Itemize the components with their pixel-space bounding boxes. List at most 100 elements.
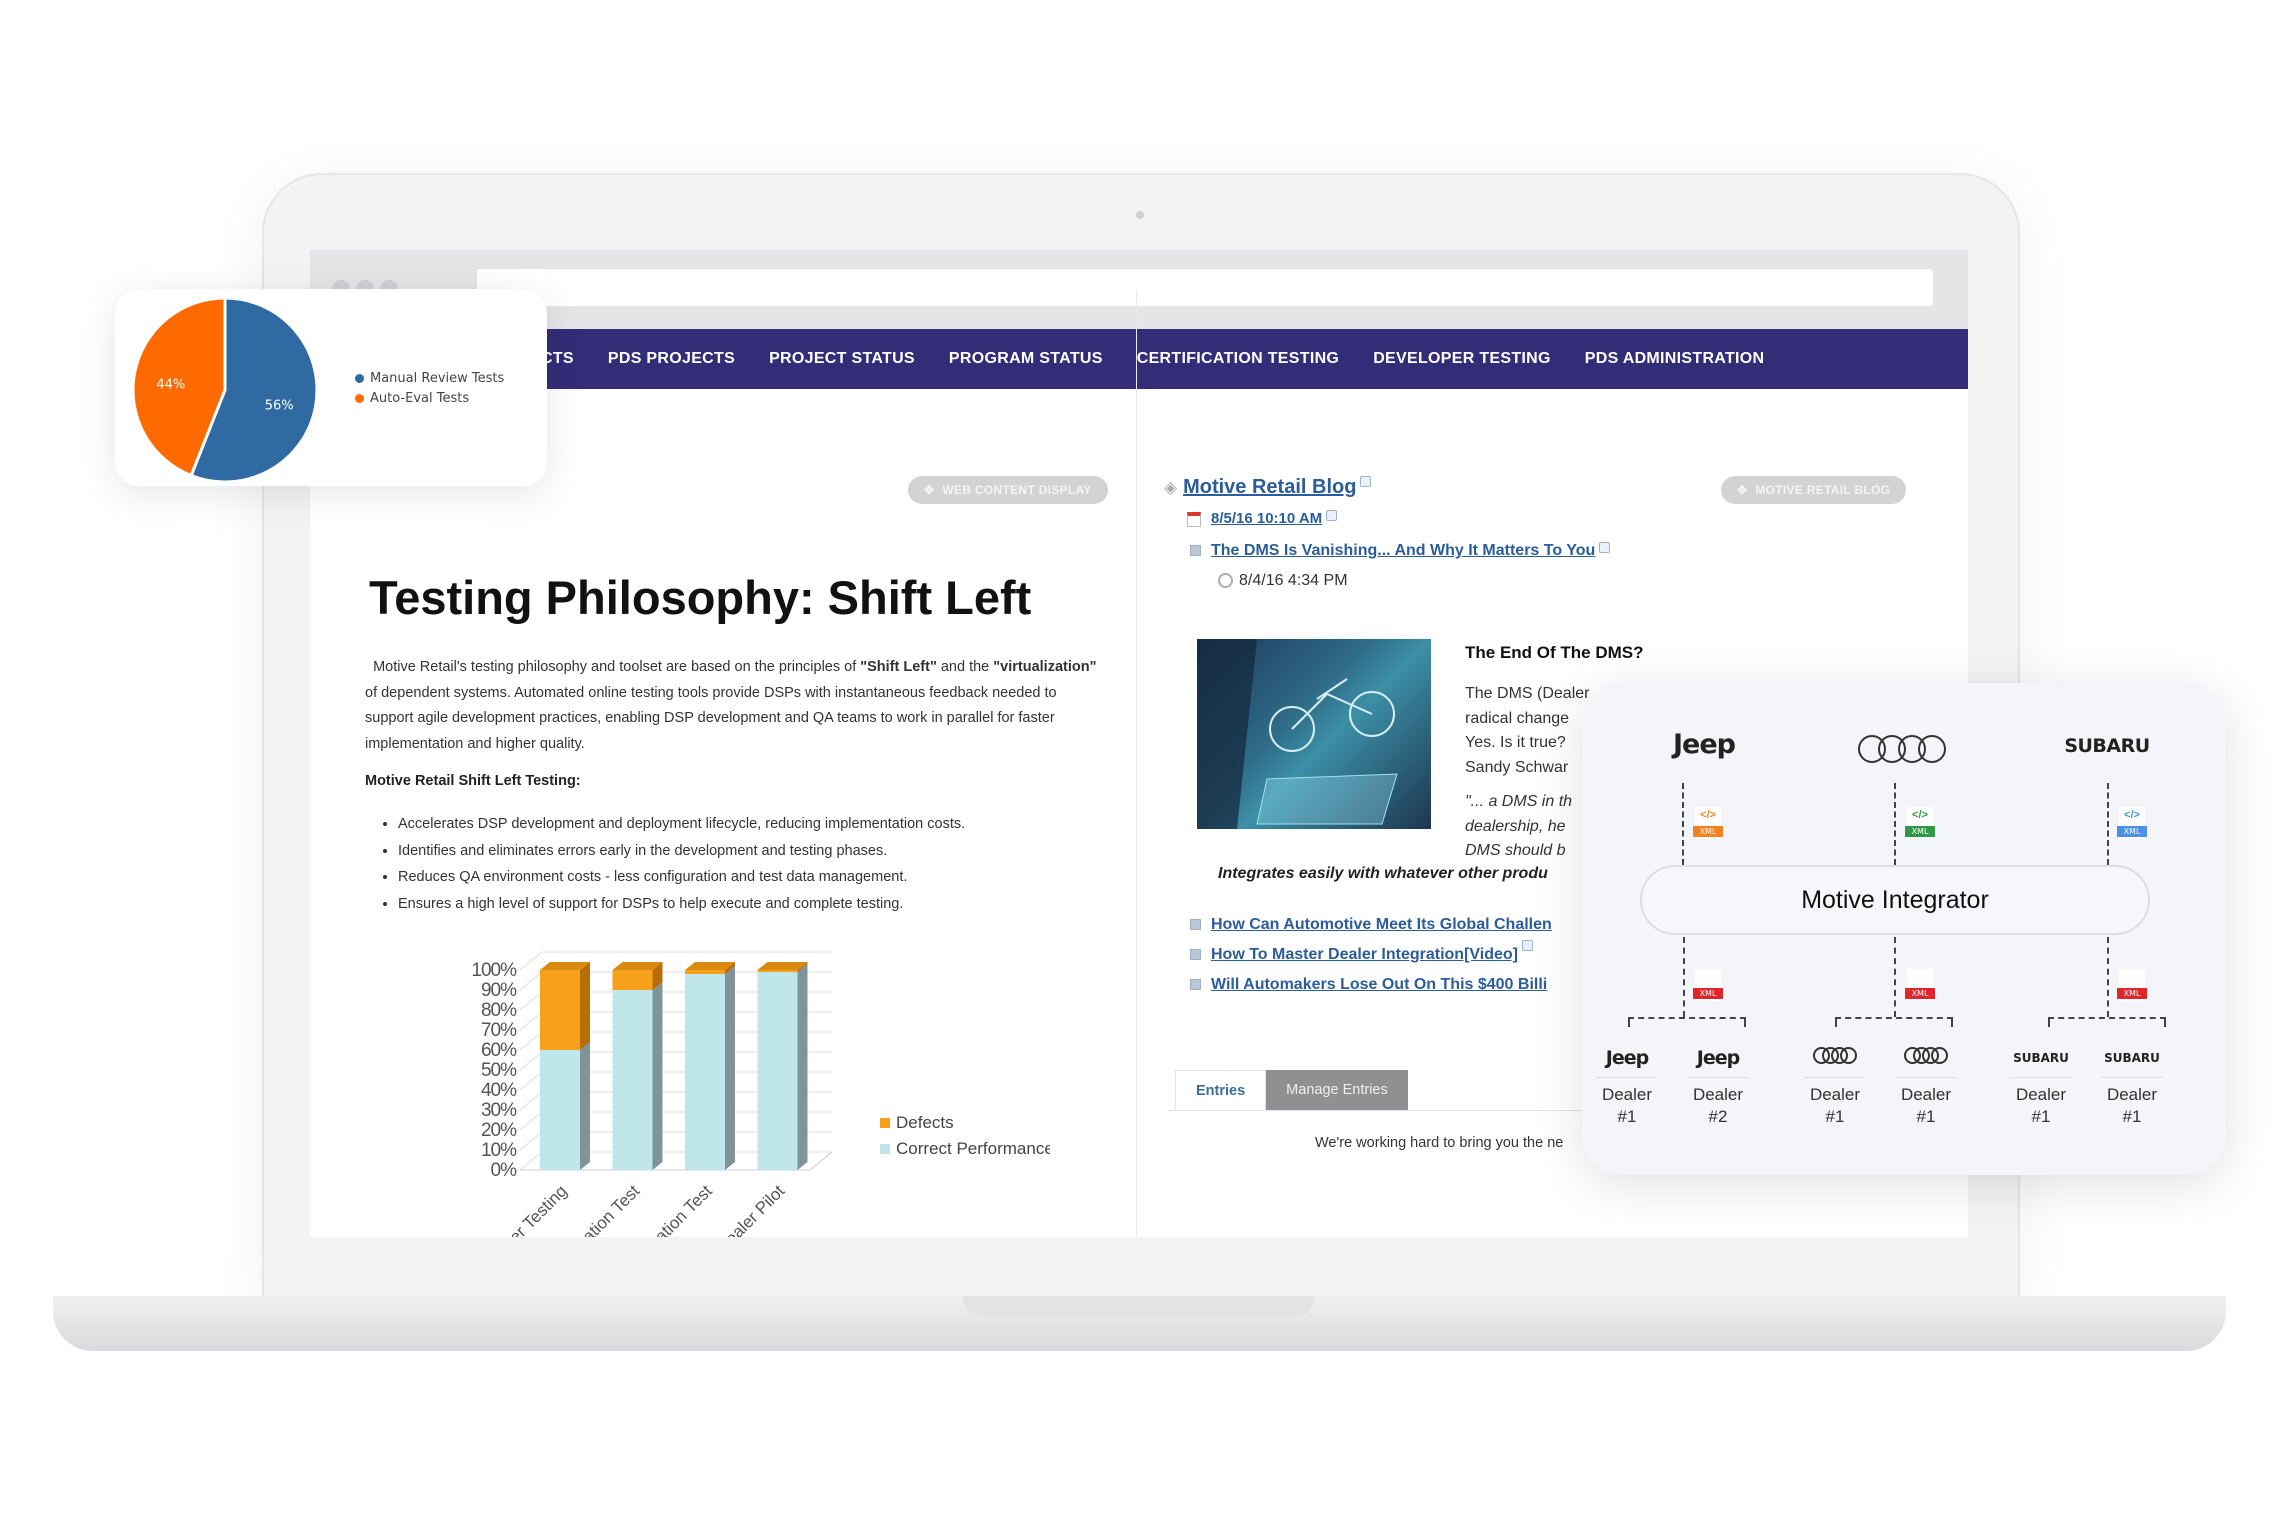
pill-label: MOTIVE RETAIL BLOG bbox=[1755, 483, 1891, 497]
connector-line bbox=[2107, 937, 2109, 1017]
branch-connector bbox=[2048, 1017, 2166, 1027]
xml-file-icon: </> XML bbox=[2117, 807, 2147, 839]
nav-item-developer-testing[interactable]: DEVELOPER TESTING bbox=[1373, 350, 1551, 368]
y-tick-label: 60% bbox=[481, 1040, 517, 1061]
dealer-number: #1 bbox=[1825, 1107, 1845, 1126]
benefits-list: Accelerates DSP development and deployme… bbox=[398, 811, 1118, 917]
article-heading: The End Of The DMS? bbox=[1465, 643, 1644, 662]
connector-line bbox=[1894, 937, 1896, 1017]
bar-segment bbox=[612, 990, 653, 1170]
pill-label: WEB CONTENT DISPLAY bbox=[942, 483, 1092, 497]
code-glyph: </> bbox=[2124, 809, 2140, 821]
test-split-pie-card: 56% 44% Manual Review Tests Auto-Eval Tes… bbox=[115, 289, 547, 486]
pie-slice-label: 44% bbox=[156, 378, 185, 393]
list-item: Accelerates DSP development and deployme… bbox=[398, 811, 1118, 838]
tag-icon: ◈ bbox=[1164, 478, 1178, 497]
legend-swatch bbox=[880, 1118, 890, 1128]
tab-manage-entries[interactable]: Manage Entries bbox=[1266, 1070, 1408, 1110]
bar-side bbox=[580, 962, 590, 1050]
page-title: Testing Philosophy: Shift Left bbox=[369, 571, 1032, 624]
expand-icon[interactable] bbox=[1190, 949, 1201, 961]
bar-side bbox=[580, 1042, 590, 1170]
intro-paragraph: Motive Retail's testing philosophy and t… bbox=[365, 655, 1105, 757]
laptop-notch bbox=[962, 1296, 1315, 1316]
xml-badge: XML bbox=[1693, 988, 1723, 999]
legend-swatch bbox=[355, 394, 364, 403]
pie-slice-label: 56% bbox=[265, 398, 294, 413]
blog-tabs: Entries Manage Entries bbox=[1175, 1070, 1408, 1110]
expand-icon[interactable] bbox=[1190, 919, 1201, 931]
dealer-number: #1 bbox=[1617, 1107, 1637, 1126]
collapse-icon[interactable] bbox=[1190, 545, 1201, 557]
xml-file-icon: XML bbox=[1693, 969, 1723, 1001]
external-link-icon bbox=[1599, 542, 1611, 553]
excerpt-line: radical change bbox=[1465, 709, 1570, 727]
audi-rings-icon bbox=[1858, 735, 1946, 763]
nav-item-pds-projects[interactable]: PDS PROJECTS bbox=[608, 350, 735, 368]
motorcycle-hologram-illustration bbox=[1197, 639, 1398, 829]
expand-icon[interactable] bbox=[1190, 979, 1201, 991]
column-divider bbox=[1136, 290, 1137, 1237]
legend-label: Correct Performance bbox=[896, 1139, 1050, 1158]
tab-entries[interactable]: Entries bbox=[1175, 1070, 1267, 1110]
xml-badge: XML bbox=[1693, 826, 1723, 837]
para-bold: "Shift Left" bbox=[860, 659, 937, 675]
section-subheading: Motive Retail Shift Left Testing: bbox=[365, 773, 581, 789]
gridline bbox=[519, 1051, 543, 1071]
xml-file-icon: </> XML bbox=[1905, 807, 1935, 839]
subaru-logo: SUBARU bbox=[2104, 1051, 2160, 1065]
bar-segment bbox=[540, 1050, 580, 1170]
dealer-number: #1 bbox=[2031, 1107, 2051, 1126]
move-icon: ✥ bbox=[1737, 483, 1748, 497]
subaru-logo: SUBARU bbox=[2013, 1051, 2069, 1065]
jeep-logo: Jeep bbox=[1605, 1047, 1649, 1069]
blog-entry-link[interactable]: The DMS Is Vanishing... And Why It Matte… bbox=[1211, 542, 1595, 559]
nav-item-pds-administration[interactable]: PDS ADMINISTRATION bbox=[1585, 350, 1765, 368]
legend-swatch bbox=[880, 1144, 890, 1154]
xml-badge: XML bbox=[1905, 826, 1935, 837]
quote-line: dealership, he bbox=[1465, 817, 1566, 835]
y-tick-label: 100% bbox=[471, 960, 517, 981]
entries-message: We're working hard to bring you the ne bbox=[1315, 1135, 1564, 1151]
xml-file-icon: </> XML bbox=[1693, 807, 1723, 839]
branch-connector bbox=[1835, 1017, 1953, 1027]
excerpt-line: The DMS (Dealer bbox=[1465, 685, 1590, 702]
audi-logo bbox=[1858, 735, 1946, 768]
y-tick-label: 20% bbox=[481, 1120, 517, 1141]
dealer-label: Dealer bbox=[1895, 1077, 1957, 1106]
bar-side bbox=[797, 964, 808, 1170]
related-link[interactable]: How Can Automotive Meet Its Global Chall… bbox=[1211, 916, 1552, 933]
y-tick-label: 40% bbox=[481, 1080, 517, 1101]
bar-segment bbox=[757, 972, 798, 1170]
web-content-display-button[interactable]: ✥ WEB CONTENT DISPLAY bbox=[908, 476, 1108, 504]
address-bar[interactable] bbox=[477, 269, 1933, 306]
related-link[interactable]: Will Automakers Lose Out On This $400 Bi… bbox=[1211, 976, 1547, 993]
camera-icon bbox=[1136, 211, 1144, 219]
nav-item-project-status[interactable]: PROJECT STATUS bbox=[769, 350, 915, 368]
entry-time-text: 8/4/16 4:34 PM bbox=[1239, 572, 1348, 589]
bar-segment bbox=[612, 970, 653, 990]
nav-item-certification-testing[interactable]: CERTIFICATION TESTING bbox=[1137, 350, 1339, 368]
blog-title-link[interactable]: Motive Retail Blog bbox=[1183, 476, 1356, 498]
y-tick-label: 90% bbox=[481, 980, 517, 1001]
gridline bbox=[519, 1011, 543, 1031]
list-item: Reduces QA environment costs - less conf… bbox=[398, 864, 1118, 891]
audi-rings-icon bbox=[1813, 1047, 1857, 1064]
bar-segment bbox=[685, 974, 725, 1170]
nav-item-program-status[interactable]: PROGRAM STATUS bbox=[949, 350, 1103, 368]
y-tick-label: 70% bbox=[481, 1020, 517, 1041]
xml-file-icon: XML bbox=[1905, 969, 1935, 1001]
blog-date-link[interactable]: 8/5/16 10:10 AM bbox=[1211, 510, 1322, 527]
external-link-icon bbox=[1522, 940, 1534, 951]
defects-bar-chart: 0%10%20%30%40%50%60%70%80%90%100% Develop… bbox=[461, 951, 1050, 1237]
blog-date-row: 8/5/16 10:10 AM bbox=[1187, 510, 1338, 527]
bar-segment bbox=[540, 970, 580, 1050]
quote-line: DMS should b bbox=[1465, 842, 1566, 859]
legend-swatch bbox=[355, 374, 364, 383]
motive-retail-blog-button[interactable]: ✥ MOTIVE RETAIL BLOG bbox=[1721, 476, 1907, 504]
article-tagline: Integrates easily with whatever other pr… bbox=[1218, 865, 1548, 882]
dealer-number: #2 bbox=[1708, 1107, 1728, 1126]
blog-header: ◈ Motive Retail Blog bbox=[1164, 476, 1372, 499]
related-link[interactable]: How To Master Dealer Integration[Video] bbox=[1211, 946, 1518, 963]
dealer-label: Dealer bbox=[1687, 1077, 1749, 1106]
